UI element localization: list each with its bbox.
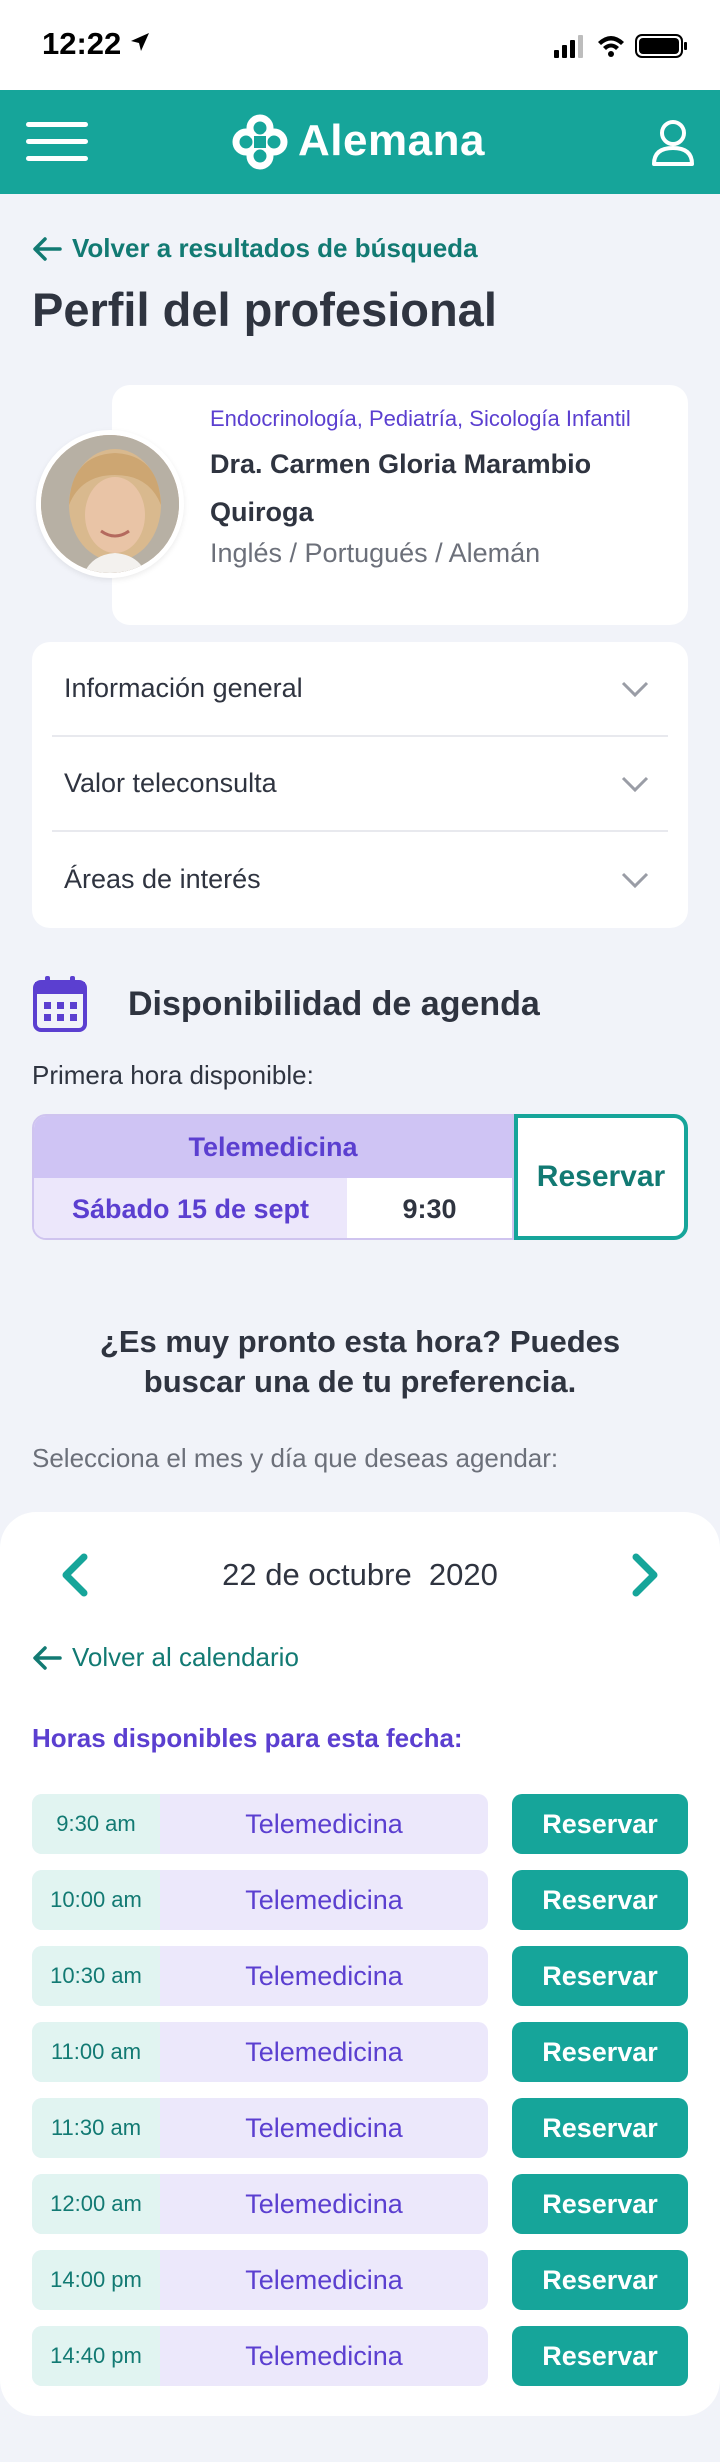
calendar-icon xyxy=(33,976,87,1032)
slot-pill[interactable]: 10:00 am Telemedicina xyxy=(32,1870,488,1930)
accordion-label: Información general xyxy=(64,673,303,703)
slot-type: Telemedicina xyxy=(245,1960,403,1991)
slot-row: 11:00 am Telemedicina Reservar xyxy=(32,2022,688,2082)
reserve-button[interactable]: Reservar xyxy=(512,1794,688,1854)
slot-pill[interactable]: 9:30 am Telemedicina xyxy=(32,1794,488,1854)
profile-info: Endocrinología, Pediatría, Sicología Inf… xyxy=(210,403,670,569)
back-to-results-link[interactable]: Volver a resultados de búsqueda xyxy=(32,233,478,264)
wifi-icon xyxy=(598,36,624,57)
reserve-button[interactable]: Reservar xyxy=(512,2174,688,2234)
slot-time: 14:00 pm xyxy=(32,2250,160,2310)
slot-row: 14:00 pm Telemedicina Reservar xyxy=(32,2250,688,2310)
slot-type: Telemedicina xyxy=(245,2340,403,2371)
status-time: 12:22 xyxy=(42,26,122,61)
slot-type: Telemedicina xyxy=(245,2264,403,2295)
select-date-hint: Selecciona el mes y día que deseas agend… xyxy=(32,1443,559,1473)
accordion-label: Valor teleconsulta xyxy=(64,768,277,798)
slot-pill[interactable]: 11:00 am Telemedicina xyxy=(32,2022,488,2082)
app-header: Alemana xyxy=(0,90,720,194)
menu-button[interactable] xyxy=(26,122,88,164)
accordion-label: Áreas de interés xyxy=(64,864,261,894)
slot-time: 10:00 am xyxy=(32,1870,160,1930)
reserve-button[interactable]: Reservar xyxy=(512,1946,688,2006)
too-soon-question: ¿Es muy pronto esta hora? Puedes buscar … xyxy=(99,1324,621,1399)
location-arrow-icon xyxy=(131,33,149,51)
arrow-left-icon xyxy=(33,1645,62,1670)
slot-pill[interactable]: 14:00 pm Telemedicina xyxy=(32,2250,488,2310)
slot-row: 10:00 am Telemedicina Reservar xyxy=(32,1870,688,1930)
slot-type: Telemedicina xyxy=(245,1884,403,1915)
chevron-down-icon xyxy=(621,681,649,697)
page-title: Perfil del profesional xyxy=(32,283,497,336)
slot-pill[interactable]: 14:40 pm Telemedicina xyxy=(32,2326,488,2386)
accordion-item-interest-areas[interactable]: Áreas de interés xyxy=(52,832,668,927)
back-to-calendar-link[interactable]: Volver al calendario xyxy=(32,1642,299,1673)
slot-pill[interactable]: 10:30 am Telemedicina xyxy=(32,1946,488,2006)
selected-date: 22 de octubre 2020 xyxy=(222,1557,498,1592)
slot-pill[interactable]: 11:30 am Telemedicina xyxy=(32,2098,488,2158)
slot-time: 14:40 pm xyxy=(32,2326,160,2386)
slot-row: 14:40 pm Telemedicina Reservar xyxy=(32,2326,688,2386)
accordion-item-teleconsult-price[interactable]: Valor teleconsulta xyxy=(52,737,668,832)
doctor-languages: Inglés / Portugués / Alemán xyxy=(210,538,541,568)
available-hours-title: Horas disponibles para esta fecha: xyxy=(32,1723,463,1753)
reserve-button[interactable]: Reservar xyxy=(512,1870,688,1930)
arrow-left-icon xyxy=(33,236,62,261)
doctor-name: Dra. Carmen Gloria Marambio Quiroga xyxy=(210,449,592,527)
hamburger-menu-icon xyxy=(26,122,88,127)
availability-title: Disponibilidad de agenda xyxy=(128,984,540,1023)
chevron-right-icon[interactable] xyxy=(628,1552,664,1598)
slot-row: 12:00 am Telemedicina Reservar xyxy=(32,2174,688,2234)
system-status-icons xyxy=(554,34,687,58)
first-available-slot[interactable]: Telemedicina Sábado 15 de sept 9:30 xyxy=(32,1114,514,1240)
chevron-down-icon xyxy=(621,776,649,792)
slot-row: 10:30 am Telemedicina Reservar xyxy=(32,1946,688,2006)
reserve-button[interactable]: Reservar xyxy=(512,2022,688,2082)
slot-time: 12:00 am xyxy=(32,2174,160,2234)
battery-icon xyxy=(635,34,687,58)
slot-time: 11:30 am xyxy=(32,2098,160,2158)
signal-icon xyxy=(554,35,583,58)
slot-type: Telemedicina xyxy=(245,2188,403,2219)
slot-type: Telemedicina xyxy=(245,2112,403,2143)
first-slot-type: Telemedicina xyxy=(34,1116,512,1178)
first-available-label: Primera hora disponible: xyxy=(32,1060,314,1090)
slot-pill[interactable]: 12:00 am Telemedicina xyxy=(32,2174,488,2234)
slot-type: Telemedicina xyxy=(245,2036,403,2067)
alemana-logo-icon xyxy=(232,114,288,170)
chevron-down-icon xyxy=(621,872,649,888)
slot-time: 11:00 am xyxy=(32,2022,160,2082)
status-bar: 12:22 xyxy=(0,0,720,90)
slot-time: 9:30 am xyxy=(32,1794,160,1854)
doctor-avatar xyxy=(36,430,184,578)
first-slot-date: Sábado 15 de sept xyxy=(34,1178,347,1238)
user-icon[interactable] xyxy=(644,114,702,172)
accordion-item-general-info[interactable]: Información general xyxy=(52,642,668,737)
reserve-button[interactable]: Reservar xyxy=(512,2326,688,2386)
back-link-label: Volver a resultados de búsqueda xyxy=(72,233,478,263)
slot-row: 9:30 am Telemedicina Reservar xyxy=(32,1794,688,1854)
profile-accordion: Información general Valor teleconsulta Á… xyxy=(32,642,688,928)
back-to-calendar-label: Volver al calendario xyxy=(72,1642,299,1672)
first-slot-time: 9:30 xyxy=(402,1193,457,1224)
doctor-specialties: Endocrinología, Pediatría, Sicología Inf… xyxy=(210,406,631,431)
reserve-button[interactable]: Reservar xyxy=(512,2098,688,2158)
slot-row: 11:30 am Telemedicina Reservar xyxy=(32,2098,688,2158)
slot-time: 10:30 am xyxy=(32,1946,160,2006)
first-slot-reserve-button[interactable]: Reservar xyxy=(514,1114,688,1240)
reserve-button[interactable]: Reservar xyxy=(512,2250,688,2310)
logo: Alemana xyxy=(230,112,485,170)
slot-type: Telemedicina xyxy=(245,1808,403,1839)
logo-text: Alemana xyxy=(298,116,485,165)
availability-header: Disponibilidad de agenda xyxy=(32,974,540,1034)
